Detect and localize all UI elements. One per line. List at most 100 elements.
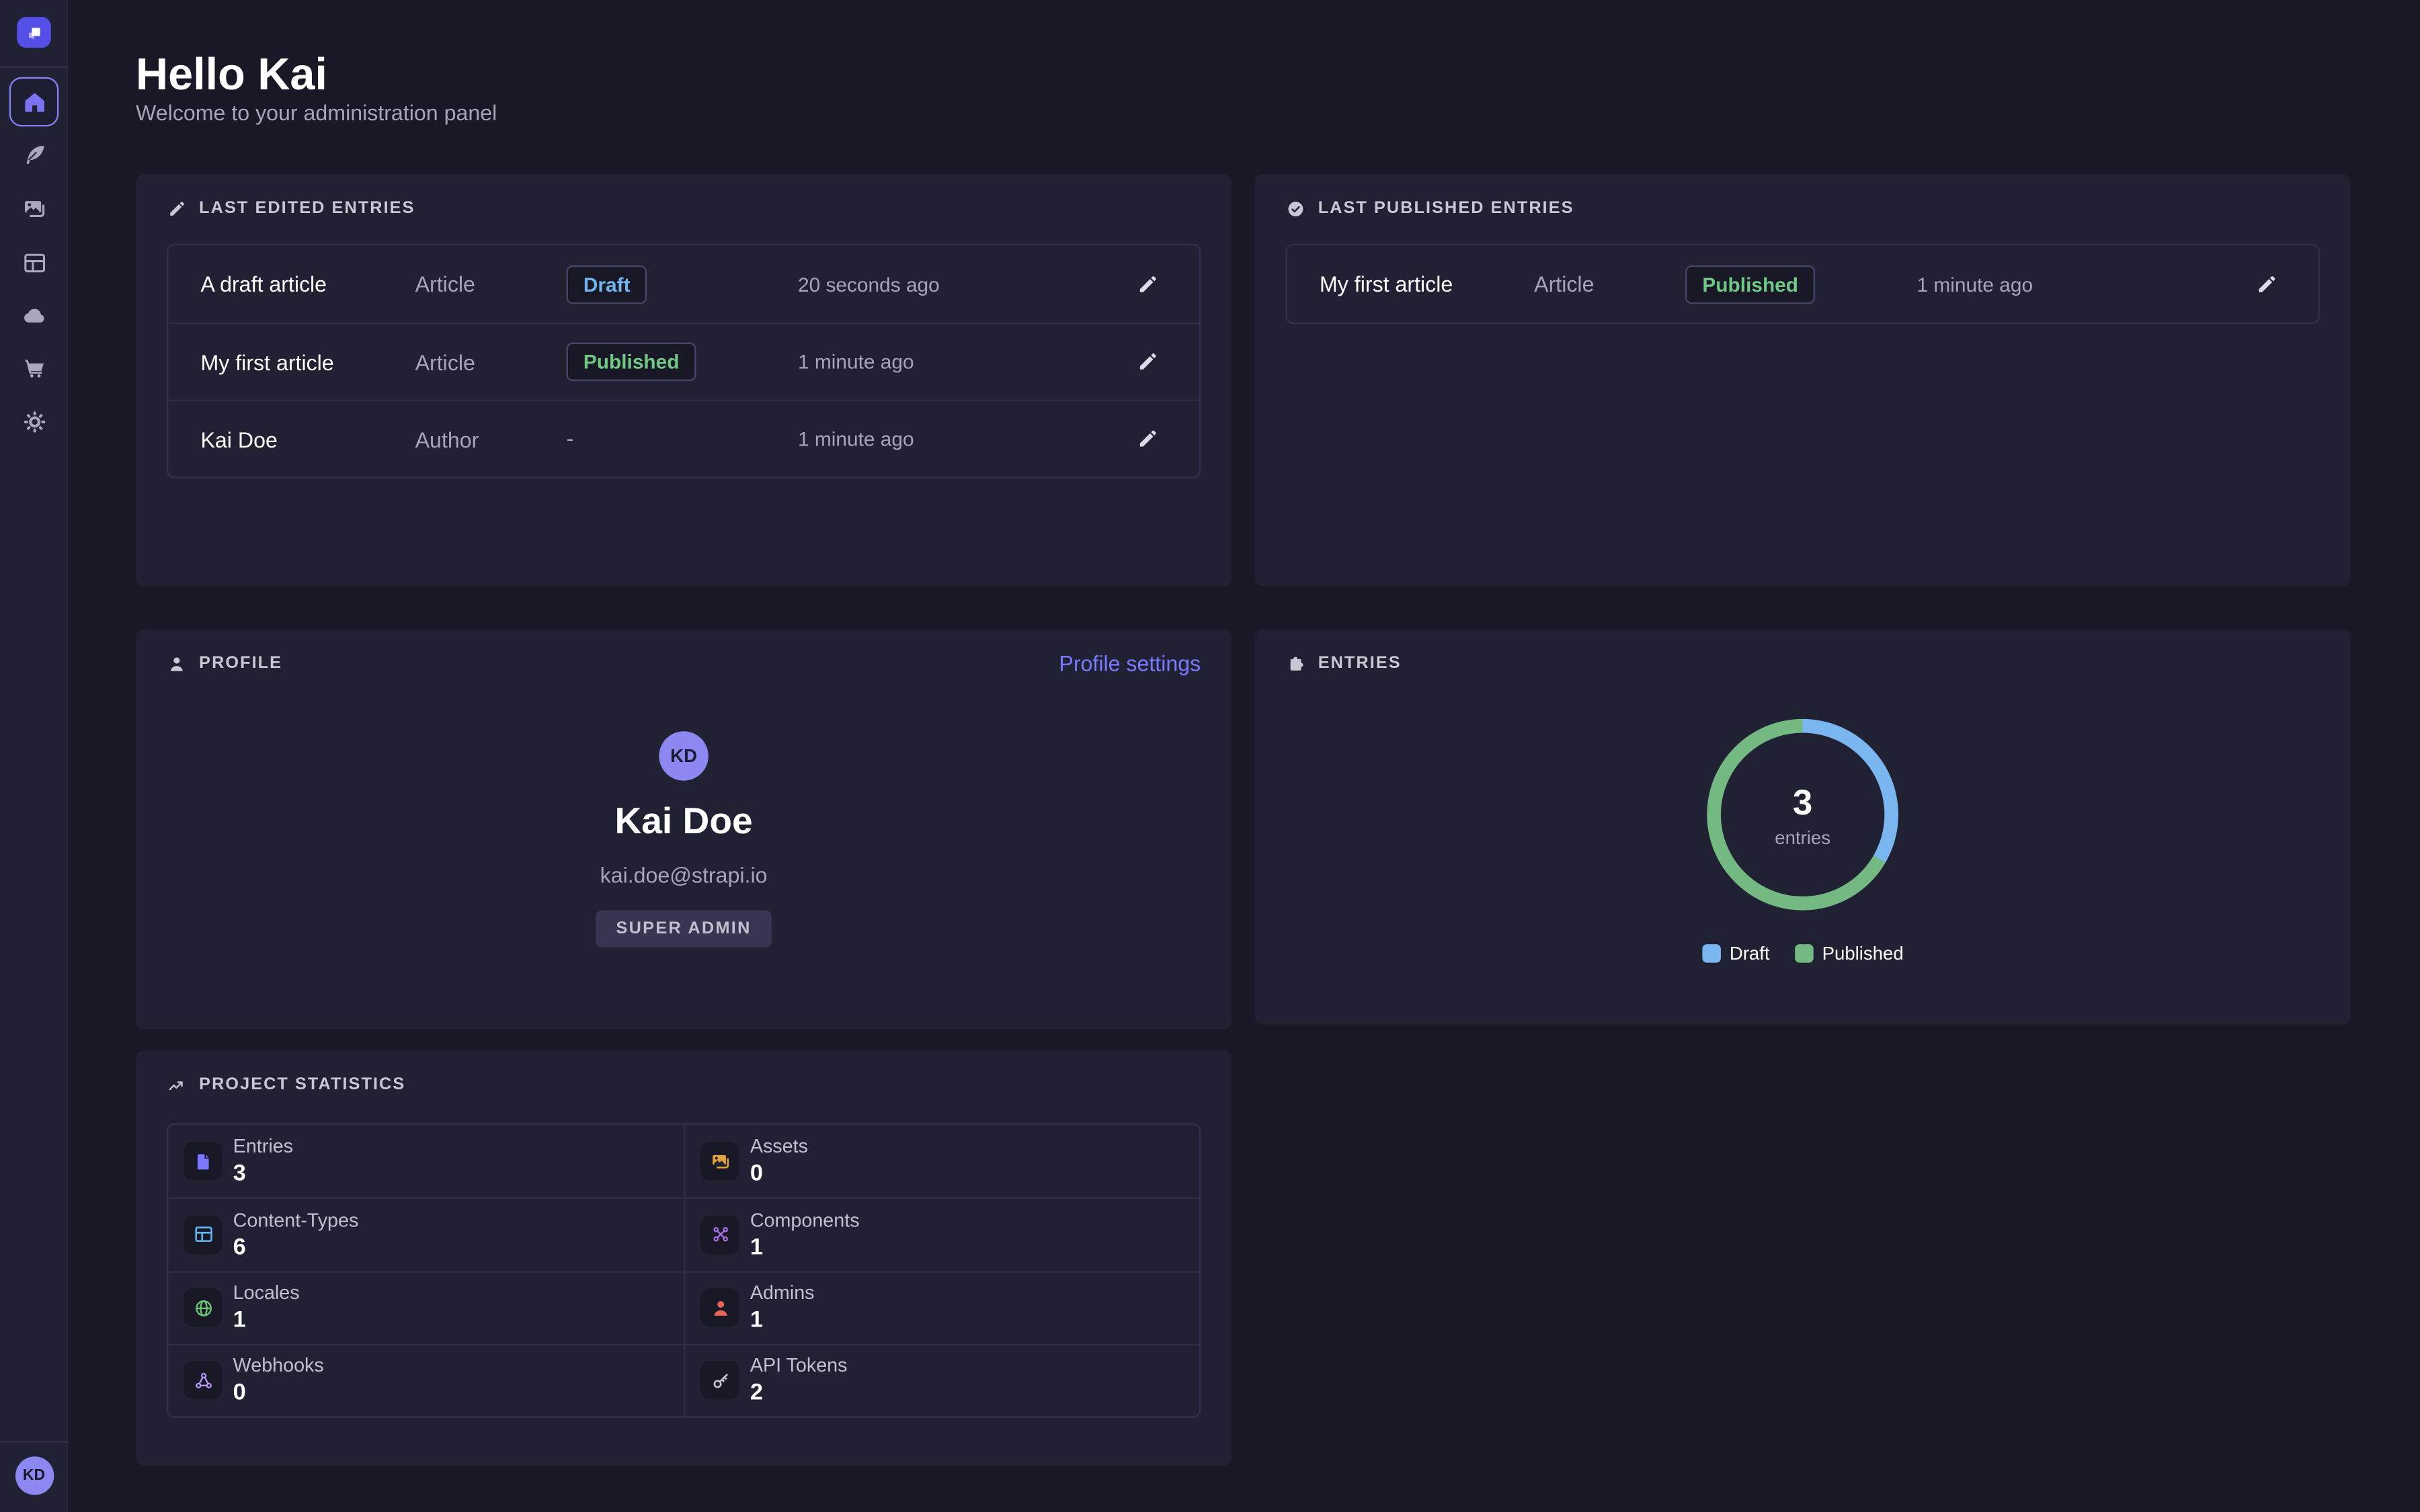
globe-icon xyxy=(184,1288,222,1327)
card-title: PROFILE xyxy=(199,654,282,673)
stat-webhooks: Webhooks0 xyxy=(168,1343,684,1416)
images-icon xyxy=(700,1142,739,1180)
profile-card: PROFILE Profile settings KD Kai Doe kai.… xyxy=(136,630,1232,1030)
table-row: My first article Article Published 1 min… xyxy=(168,323,1199,400)
sidebar-user-avatar[interactable]: KD xyxy=(15,1456,53,1495)
card-header: ENTRIES xyxy=(1286,651,2320,676)
entry-time: 1 minute ago xyxy=(798,427,1125,450)
sidebar-item-content-manager[interactable] xyxy=(9,130,58,179)
stat-label: API Tokens xyxy=(750,1355,848,1377)
entry-time: 1 minute ago xyxy=(1917,272,2245,295)
stat-label: Assets xyxy=(750,1136,808,1157)
entries-count: 3 xyxy=(1793,782,1812,823)
entry-type: Article xyxy=(415,271,567,296)
profile-settings-link[interactable]: Profile settings xyxy=(1059,651,1201,676)
chart-legend: Draft Published xyxy=(1255,943,2351,964)
person-icon xyxy=(167,653,187,673)
key-icon xyxy=(700,1361,739,1400)
stat-api-tokens: API Tokens 2 xyxy=(684,1343,1199,1416)
legend-item-published: Published xyxy=(1794,943,1903,964)
card-header: PROFILE Profile settings xyxy=(167,651,1201,676)
legend-label: Published xyxy=(1822,943,1904,964)
stat-locales: Locales 1 xyxy=(168,1271,684,1343)
person-icon xyxy=(700,1288,739,1327)
card-title: LAST PUBLISHED ENTRIES xyxy=(1318,199,1574,218)
stat-value: 1 xyxy=(750,1234,860,1260)
stat-value: 2 xyxy=(750,1380,848,1406)
profile-avatar: KD xyxy=(659,731,708,780)
pencil-icon xyxy=(1135,350,1158,373)
strapi-logo-icon xyxy=(22,21,45,44)
edit-entry-button[interactable] xyxy=(1125,262,1168,305)
sidebar-item-media-library[interactable] xyxy=(9,183,58,233)
webhook-icon xyxy=(184,1361,222,1400)
table-row: Kai Doe Author - 1 minute ago xyxy=(168,400,1199,477)
entry-name: A draft article xyxy=(200,271,415,296)
table-row: My first article Article Published 1 min… xyxy=(1287,245,2318,323)
draft-swatch xyxy=(1702,944,1721,963)
legend-label: Draft xyxy=(1730,943,1770,964)
stat-value: 6 xyxy=(233,1234,359,1260)
last-published-table: My first article Article Published 1 min… xyxy=(1286,244,2320,324)
entry-name: Kai Doe xyxy=(200,427,415,452)
entry-type: Article xyxy=(1534,271,1685,296)
edit-entry-button[interactable] xyxy=(2244,262,2287,305)
edit-entry-button[interactable] xyxy=(1125,417,1168,460)
status-badge: Draft xyxy=(567,265,647,303)
stat-assets: Assets 0 xyxy=(684,1125,1199,1198)
last-edited-table: A draft article Article Draft 20 seconds… xyxy=(167,244,1201,478)
last-published-entries-card: LAST PUBLISHED ENTRIES My first article … xyxy=(1255,174,2351,586)
sidebar-item-content-type-builder[interactable] xyxy=(9,238,58,287)
entries-count-label: entries xyxy=(1775,826,1830,847)
entries-card: ENTRIES 3 entries Draft Published xyxy=(1255,630,2351,1025)
card-header: LAST EDITED ENTRIES xyxy=(167,196,1201,221)
feather-icon xyxy=(21,141,47,167)
stat-value: 3 xyxy=(233,1161,293,1187)
stat-admins: Admins1 xyxy=(684,1271,1199,1343)
layout-icon xyxy=(21,249,47,276)
stat-label: Components xyxy=(750,1210,860,1231)
published-swatch xyxy=(1794,944,1813,963)
table-row: A draft article Article Draft 20 seconds… xyxy=(168,245,1199,323)
card-title: ENTRIES xyxy=(1318,654,1402,673)
sidebar-item-marketplace[interactable] xyxy=(9,343,58,392)
stat-value: 1 xyxy=(233,1307,300,1333)
edit-entry-button[interactable] xyxy=(1125,340,1168,383)
entries-donut-chart: 3 entries xyxy=(1707,719,1898,911)
card-header: LAST PUBLISHED ENTRIES xyxy=(1286,196,2320,221)
sidebar-item-settings[interactable] xyxy=(9,396,58,446)
stat-value: 0 xyxy=(233,1380,324,1406)
sidebar-item-home[interactable] xyxy=(9,77,58,126)
home-icon xyxy=(21,89,47,115)
trend-up-icon xyxy=(167,1075,187,1095)
page-subtitle: Welcome to your administration panel xyxy=(136,100,497,125)
pencil-icon xyxy=(167,198,187,218)
cloud-icon xyxy=(21,302,47,328)
card-title: PROJECT STATISTICS xyxy=(199,1075,405,1094)
profile-body: KD Kai Doe kai.doe@strapi.io SUPER ADMIN xyxy=(136,731,1232,947)
layout-icon xyxy=(184,1216,222,1254)
pencil-icon xyxy=(1135,272,1158,295)
sidebar-divider-top xyxy=(0,67,68,68)
profile-name: Kai Doe xyxy=(614,801,752,844)
pencil-icon xyxy=(1135,427,1158,450)
stat-label: Entries xyxy=(233,1136,293,1157)
entry-type: Article xyxy=(415,349,567,374)
project-statistics-card: PROJECT STATISTICS Entries3 Assets0 Cont… xyxy=(136,1051,1232,1466)
legend-item-draft: Draft xyxy=(1702,943,1770,964)
entry-time: 1 minute ago xyxy=(798,350,1125,373)
sidebar-item-cloud[interactable] xyxy=(9,290,58,339)
role-badge: SUPER ADMIN xyxy=(596,911,772,948)
entry-time: 20 seconds ago xyxy=(798,272,1125,295)
stat-label: Locales xyxy=(233,1282,300,1304)
status-badge: Published xyxy=(567,343,696,381)
stat-entries: Entries 3 xyxy=(168,1125,684,1198)
stat-components: Components 1 xyxy=(684,1198,1199,1270)
strapi-logo[interactable] xyxy=(17,17,51,48)
puzzle-icon xyxy=(1286,653,1306,673)
entry-type: Author xyxy=(415,427,567,452)
stat-value: 0 xyxy=(750,1161,808,1187)
file-icon xyxy=(184,1142,222,1180)
card-header: PROJECT STATISTICS xyxy=(167,1073,1201,1097)
donut-center: 3 entries xyxy=(1721,733,1884,896)
